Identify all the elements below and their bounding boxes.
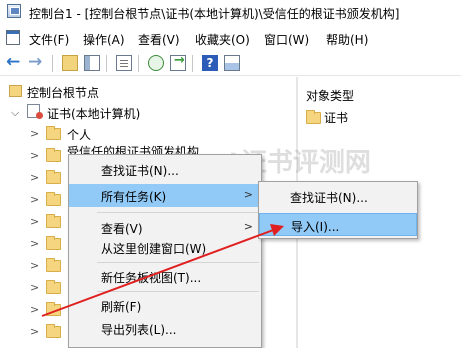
annotation-arrow [41,224,284,317]
annotation-arrow-head [270,224,284,236]
annotation-arrow-line [41,228,277,317]
